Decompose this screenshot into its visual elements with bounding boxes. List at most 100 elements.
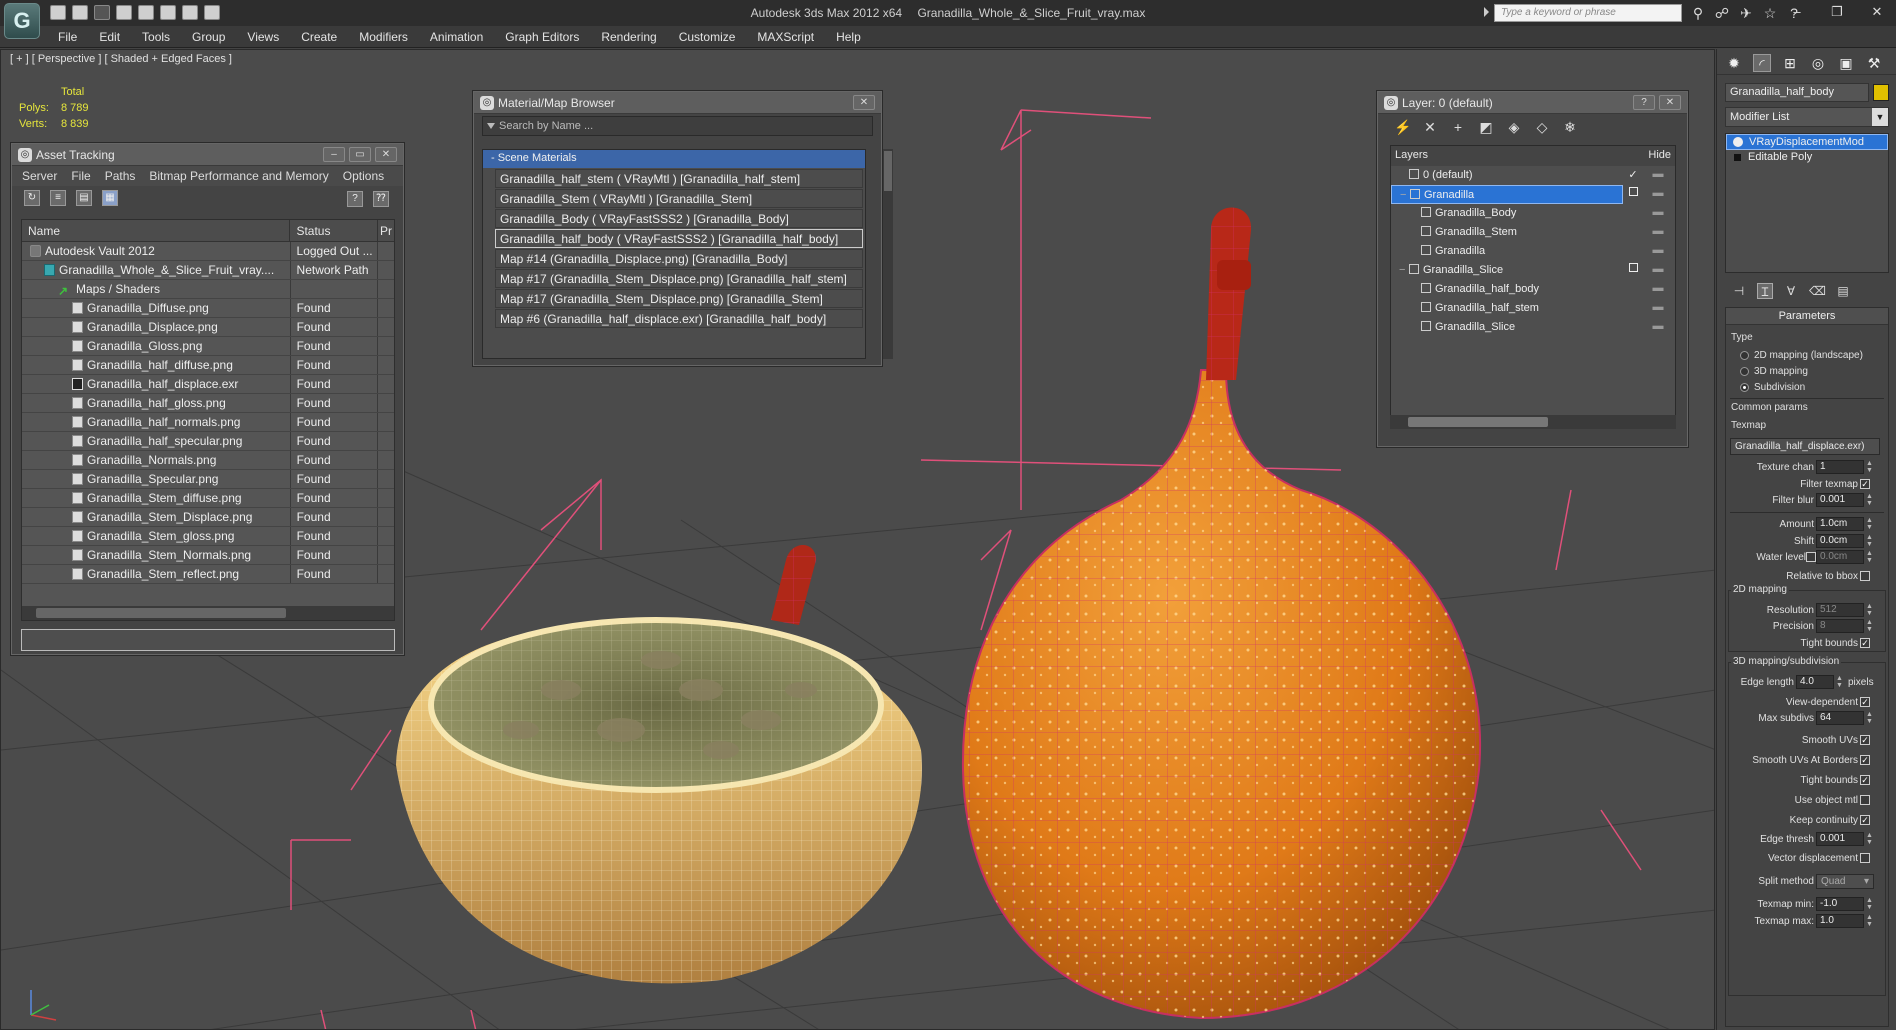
make-unique-icon[interactable]: ∀	[1783, 283, 1799, 299]
stack-item-editable-poly[interactable]: Editable Poly	[1726, 150, 1888, 166]
delete-layer-icon[interactable]: ✕	[1422, 119, 1438, 135]
spinner-arrows-icon[interactable]: ▲ ▼	[1866, 534, 1874, 548]
spinner-arrows-icon[interactable]: ▲ ▼	[1866, 619, 1874, 633]
spinner-arrows-icon[interactable]: ▲ ▼	[1866, 550, 1874, 564]
refresh-icon[interactable]: ↻	[24, 190, 40, 206]
layer-horizontal-scrollbar[interactable]	[1390, 415, 1676, 429]
hide-toggle-icon[interactable]: ▬	[1643, 280, 1673, 299]
maximize-icon[interactable]: ▭	[349, 147, 371, 162]
restore-icon[interactable]: ❐	[1824, 3, 1850, 21]
minimize-icon[interactable]: –	[1784, 3, 1810, 21]
material-item[interactable]: Map #17 (Granadilla_Stem_Displace.png) […	[495, 269, 863, 288]
freeze-all-layers-icon[interactable]: ❄	[1562, 119, 1578, 135]
vector-displacement-checkbox[interactable]	[1860, 853, 1870, 863]
water-level-spinner[interactable]: 0.0cm	[1816, 550, 1864, 564]
list-view-icon[interactable]: ≡	[50, 190, 66, 206]
table-row[interactable]: Granadilla_half_gloss.png Found	[22, 394, 394, 413]
search-expand-icon[interactable]	[1484, 7, 1489, 17]
layer-row[interactable]: Granadilla_half_body ▬	[1391, 280, 1675, 299]
parameters-rollout-header[interactable]: Parameters	[1726, 308, 1888, 325]
menu-modifiers[interactable]: Modifiers	[359, 30, 408, 44]
menu-graph-editors[interactable]: Graph Editors	[505, 30, 579, 44]
water-level-checkbox[interactable]	[1806, 552, 1816, 562]
grid-view-icon[interactable]: ▦	[102, 190, 118, 206]
menu-views[interactable]: Views	[247, 30, 279, 44]
table-view-icon[interactable]: ▤	[76, 190, 92, 206]
add-to-layer-icon[interactable]: +	[1450, 119, 1466, 135]
close-icon[interactable]: ✕	[1659, 95, 1681, 110]
hide-toggle-icon[interactable]: ▬	[1643, 261, 1673, 280]
help-icon[interactable]: ?	[347, 191, 363, 207]
texmap-max-spinner[interactable]: 1.0	[1816, 914, 1864, 928]
layer-row[interactable]: − Granadilla ▬	[1391, 185, 1675, 204]
material-browser-titlebar[interactable]: ◎ Material/Map Browser ✕	[474, 92, 881, 114]
layer-manager-titlebar[interactable]: ◎ Layer: 0 (default) ? ✕	[1378, 92, 1687, 114]
expand-toggle-icon[interactable]: −	[1400, 189, 1410, 201]
amount-spinner[interactable]: 1.0cm	[1816, 517, 1864, 531]
layer-row[interactable]: Granadilla_Stem ▬	[1391, 223, 1675, 242]
column-layers-header[interactable]: Layers	[1391, 146, 1639, 166]
table-row[interactable]: Granadilla_Stem_gloss.png Found	[22, 527, 394, 546]
lightbulb-icon[interactable]	[1733, 137, 1743, 147]
show-end-result-icon[interactable]: Ɪ	[1757, 283, 1773, 299]
split-method-dropdown[interactable]: Quad ▾	[1816, 874, 1874, 889]
granadilla-half-mesh[interactable]	[396, 545, 922, 984]
spinner-arrows-icon[interactable]: ▲ ▼	[1836, 675, 1844, 689]
close-icon[interactable]: ✕	[375, 147, 397, 162]
utilities-tab-icon[interactable]: ⚒	[1865, 54, 1883, 72]
close-icon[interactable]: ✕	[1864, 3, 1890, 21]
tight-bounds-3d-checkbox[interactable]: ✓	[1860, 775, 1870, 785]
table-row[interactable]: Granadilla_Stem_Displace.png Found	[22, 508, 394, 527]
menu-help[interactable]: Help	[836, 30, 861, 44]
type-option-3d[interactable]: 3D mapping	[1726, 364, 1890, 381]
subscription-icon[interactable]: ☍	[1714, 5, 1730, 21]
hide-toggle-icon[interactable]: ▬	[1643, 318, 1673, 337]
asset-menu-bitmap-performance-and-memory[interactable]: Bitmap Performance and Memory	[149, 169, 328, 183]
material-vertical-scrollbar[interactable]	[883, 149, 893, 359]
material-item[interactable]: Granadilla_Stem ( VRayMtl ) [Granadilla_…	[495, 189, 863, 208]
layer-row[interactable]: Granadilla ▬	[1391, 242, 1675, 261]
context-help-icon[interactable]: ⁇	[373, 191, 389, 207]
menu-edit[interactable]: Edit	[99, 30, 120, 44]
object-color-swatch[interactable]	[1873, 84, 1889, 101]
layer-row[interactable]: Granadilla_half_stem ▬	[1391, 299, 1675, 318]
menu-create[interactable]: Create	[301, 30, 337, 44]
material-item[interactable]: Granadilla_half_stem ( VRayMtl ) [Granad…	[495, 169, 863, 188]
binoculars-icon[interactable]: ⚲	[1690, 5, 1706, 21]
table-row[interactable]: Granadilla_Stem_Normals.png Found	[22, 546, 394, 565]
close-icon[interactable]: ✕	[853, 95, 875, 110]
spinner-arrows-icon[interactable]: ▲ ▼	[1866, 914, 1874, 928]
texmap-button[interactable]: Granadilla_half_displace.exr)	[1730, 438, 1880, 455]
create-layer-icon[interactable]: ⚡	[1394, 119, 1411, 135]
column-extra-header[interactable]: Pr	[378, 220, 394, 241]
use-object-mtl-checkbox[interactable]	[1860, 795, 1870, 805]
current-layer-toggle[interactable]	[1623, 223, 1643, 242]
create-tab-icon[interactable]: ✹	[1725, 54, 1743, 72]
filter-blur-spinner[interactable]: 0.001	[1816, 493, 1864, 507]
radio-subdivision[interactable]	[1740, 383, 1749, 392]
material-item[interactable]: Granadilla_half_body ( VRayFastSSS2 ) [G…	[495, 229, 863, 248]
modifier-list-dropdown[interactable]: Modifier List ▼	[1725, 107, 1889, 127]
minimize-icon[interactable]: –	[323, 147, 345, 162]
type-option-subdivision[interactable]: Subdivision	[1726, 380, 1890, 397]
table-row[interactable]: Granadilla_Diffuse.png Found	[22, 299, 394, 318]
material-item[interactable]: Granadilla_Body ( VRayFastSSS2 ) [Granad…	[495, 209, 863, 228]
table-row[interactable]: Granadilla_half_specular.png Found	[22, 432, 394, 451]
layer-row[interactable]: Granadilla_Slice ▬	[1391, 318, 1675, 337]
highlight-layer-icon[interactable]: ◈	[1506, 119, 1522, 135]
help-icon[interactable]: ?	[1633, 95, 1655, 110]
view-dependent-checkbox[interactable]: ✓	[1860, 697, 1870, 707]
tight-bounds-2d-checkbox[interactable]: ✓	[1860, 638, 1870, 648]
table-row[interactable]: Granadilla_Whole_&_Slice_Fruit_vray.... N…	[22, 261, 394, 280]
favorites-star-icon[interactable]: ☆	[1762, 5, 1778, 21]
radio-3d-mapping[interactable]	[1740, 367, 1749, 376]
column-hide-header[interactable]: Hide	[1639, 146, 1675, 166]
table-row[interactable]: Granadilla_Stem_diffuse.png Found	[22, 489, 394, 508]
current-layer-toggle[interactable]	[1623, 280, 1643, 299]
asset-menu-options[interactable]: Options	[343, 169, 384, 183]
display-tab-icon[interactable]: ▣	[1837, 54, 1855, 72]
layer-row[interactable]: − Granadilla_Slice ▬	[1391, 261, 1675, 280]
spinner-arrows-icon[interactable]: ▲ ▼	[1866, 460, 1874, 474]
precision-spinner[interactable]: 8	[1816, 619, 1864, 633]
spinner-arrows-icon[interactable]: ▲ ▼	[1866, 711, 1874, 725]
